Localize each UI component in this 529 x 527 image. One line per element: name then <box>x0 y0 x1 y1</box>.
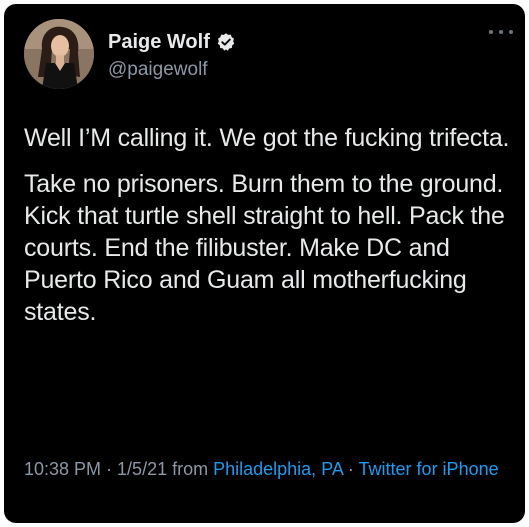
user-handle[interactable]: @paigewolf <box>108 59 208 81</box>
tweet-metadata: 10:38 PM · 1/5/21 from Philadelphia, PA … <box>24 457 519 482</box>
more-options-icon[interactable] <box>489 26 513 38</box>
avatar[interactable] <box>24 19 94 89</box>
meta-separator: · <box>101 459 118 479</box>
dot-icon <box>509 30 513 34</box>
profile-photo <box>24 19 94 89</box>
verified-badge-icon <box>216 32 236 52</box>
tweet-card: Paige Wolf @paigewolf Well I’M calling i… <box>4 4 525 523</box>
dot-icon <box>489 30 493 34</box>
author-name-row[interactable]: Paige Wolf <box>108 30 236 54</box>
source-link[interactable]: Twitter for iPhone <box>359 459 499 479</box>
meta-separator: · <box>342 459 359 479</box>
tweet-paragraph: Take no prisoners. Burn them to the grou… <box>24 170 505 326</box>
display-name[interactable]: Paige Wolf <box>108 30 210 54</box>
from-label: from <box>167 459 214 479</box>
tweet-time[interactable]: 10:38 PM <box>24 459 101 479</box>
location-link[interactable]: Philadelphia, PA <box>213 459 343 479</box>
tweet-date[interactable]: 1/5/21 <box>117 459 167 479</box>
tweet-paragraph: Well I’M calling it. We got the fucking … <box>24 124 510 152</box>
dot-icon <box>499 30 503 34</box>
tweet-text: Well I’M calling it. We got the fucking … <box>24 122 519 342</box>
